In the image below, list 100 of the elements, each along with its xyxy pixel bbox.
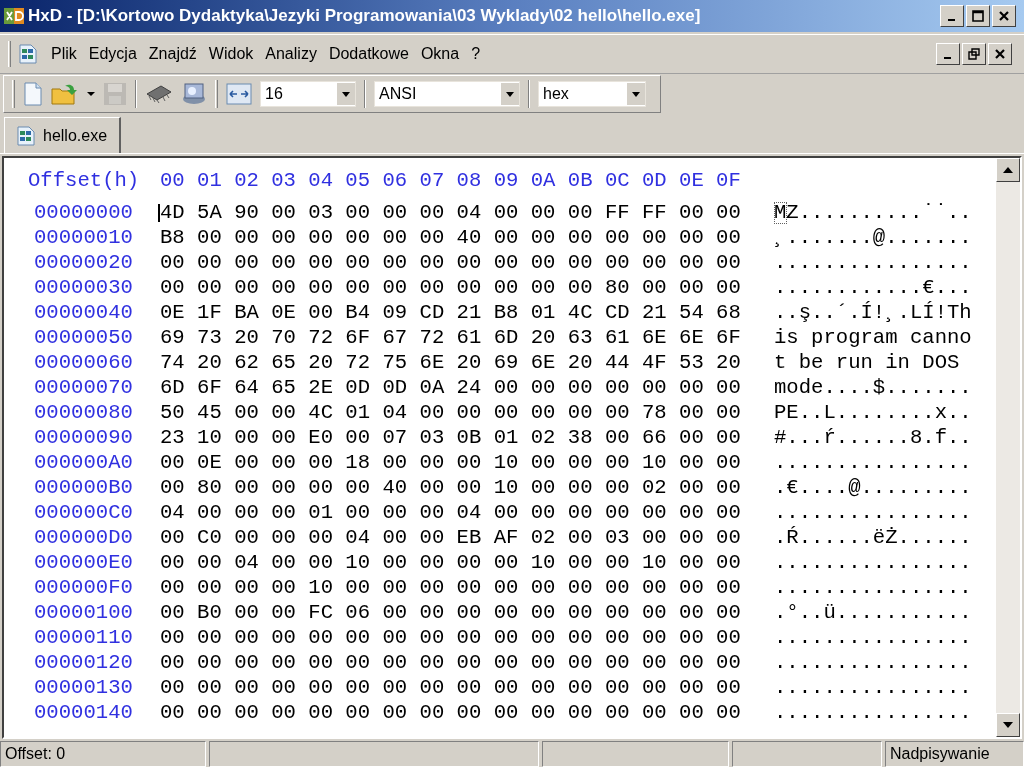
hex-cell: 04 00 00 00 01 00 00 00 04 00 00 00 00 00 00 00 (160, 501, 741, 524)
offset-cell-text: 000000A0 (34, 450, 134, 475)
text-cell: ¸.......@....... (774, 225, 972, 250)
hex-cell: 00 B0 00 00 FC 06 00 00 00 00 00 00 00 00 00 00 (160, 601, 741, 624)
width-arrows-icon[interactable] (226, 83, 252, 105)
hex-cell: 00 00 00 00 00 00 00 00 00 00 00 00 00 00 00 00 (160, 701, 741, 724)
text-cell: ............€... (774, 275, 972, 300)
hex-cell: 00 C0 00 00 00 04 00 00 EB AF 02 00 03 00 00 00 (160, 526, 741, 549)
scroll-down-button[interactable] (996, 713, 1020, 737)
text-cell: ................ (774, 250, 972, 275)
offset-cell-text: 00000030 (34, 275, 134, 300)
offset-cell-text: 000000F0 (34, 575, 134, 600)
caret-icon (158, 204, 160, 222)
document-icon (17, 125, 35, 146)
offset-cell-text: 00000100 (34, 600, 134, 625)
text-cell: .°..ü........... (774, 600, 972, 625)
hex-cell: 00 00 00 00 00 00 00 00 00 00 00 00 00 00 00 00 (160, 651, 741, 674)
vertical-scrollbar[interactable] (996, 158, 1020, 737)
offset-cell-text: 000000C0 (34, 500, 134, 525)
text-cell: .€....@......... (774, 475, 972, 500)
menu-item[interactable]: Plik (45, 42, 83, 66)
menu-item[interactable]: Dodatkowe (322, 42, 415, 66)
hex-cell: 00 00 00 00 00 00 00 00 00 00 00 00 00 00 00 00 (160, 626, 741, 649)
charset-dropdown[interactable]: ANSI (374, 81, 520, 107)
offset-cell-text: 00000130 (34, 675, 134, 700)
offset-cell-text: 00000040 (34, 300, 134, 325)
text-cell: is program canno (774, 325, 972, 350)
text-cell: .Ŕ......ëŻ...... (774, 525, 972, 550)
offset-cell-text: 00000070 (34, 375, 134, 400)
hex-cell: 00 0E 00 00 00 18 00 00 00 10 00 00 00 10 00 00 (160, 451, 741, 474)
hex-cell: 23 10 00 00 E0 00 07 03 0B 01 02 38 00 66 00 00 (160, 426, 741, 449)
bytes-per-row-dropdown[interactable]: 16 (260, 81, 356, 107)
text-cell: mode....$....... (774, 375, 972, 400)
offset-cell-text: 00000050 (34, 325, 134, 350)
offset-cell-text: 00000140 (34, 700, 134, 725)
close-button[interactable] (988, 43, 1012, 65)
text-cell: ................ (774, 500, 972, 525)
text-cell: ................ (774, 675, 972, 700)
disk-icon[interactable] (181, 82, 207, 106)
menu-item[interactable]: Znajdź (142, 42, 203, 66)
hex-cell: 00 00 00 00 00 00 00 00 00 00 00 00 00 00 00 00 (160, 676, 741, 699)
offset-cell-text: 00000080 (34, 400, 134, 425)
hex-cell: 00 00 00 00 00 00 00 00 00 00 00 00 00 00 00 00 (160, 251, 741, 274)
offset-cell-text: 000000B0 (34, 475, 134, 500)
hex-cell: 69 73 20 70 72 6F 67 72 61 6D 20 63 61 6E 6E 6F (160, 326, 741, 349)
file-tab[interactable]: hello.exe (4, 117, 122, 153)
hex-cell: 00 00 00 00 00 00 00 00 00 00 00 00 80 00 00 00 (160, 276, 741, 299)
text-cell: PE..L........x.. (774, 400, 972, 425)
offset-cell-text: 00000060 (34, 350, 134, 375)
window-title: HxD - [D:\Kortowo Dydaktyka\Jezyki Programowania\03 Wyklady\02 hello\hello.exe] (28, 5, 702, 28)
app-icon (4, 7, 24, 25)
hex-cell: 50 45 00 00 4C 01 04 00 00 00 00 00 00 78 00 00 (160, 401, 741, 424)
hex-cell: 00 00 00 00 10 00 00 00 00 00 00 00 00 00 00 00 (160, 576, 741, 599)
base-dropdown[interactable]: hex (538, 81, 646, 107)
offset-cell-text: 00000120 (34, 650, 134, 675)
text-cell: ................ (774, 625, 972, 650)
text-cell: ................ (774, 575, 972, 600)
offset-cell-text: 00000010 (34, 225, 134, 250)
offset-cell-text: 00000090 (34, 425, 134, 450)
hex-cell: 00 80 00 00 00 00 40 00 00 10 00 00 00 02 00 00 (160, 476, 741, 499)
text-cell: #...ŕ......8.f.. (774, 425, 972, 450)
text-cell: ................ (774, 450, 972, 475)
close-button[interactable] (992, 5, 1016, 27)
status-mode: Nadpisywanie (885, 741, 1024, 767)
maximize-button[interactable] (966, 5, 990, 27)
offset-cell-text: 000000E0 (34, 550, 134, 575)
menu-item[interactable]: Analizy (259, 42, 323, 66)
menu-item[interactable]: Widok (202, 42, 260, 66)
scroll-up-button[interactable] (996, 158, 1020, 182)
offset-cell-text: 00000020 (34, 250, 134, 275)
minimize-button[interactable] (936, 43, 960, 65)
dropdown-arrow-icon[interactable] (87, 91, 95, 97)
down-arrow-icon[interactable] (1003, 722, 1013, 728)
close-icon[interactable] (993, 48, 1007, 60)
minimize-button[interactable] (940, 5, 964, 27)
hex-cell: 6D 6F 64 65 2E 0D 0D 0A 24 00 00 00 00 00 00 00 (160, 376, 741, 399)
text-cell: ................ (774, 650, 972, 675)
up-arrow-icon[interactable] (1003, 167, 1013, 173)
text-cell-text: t be run in DOS (774, 350, 961, 375)
hex-cell: 4D 5A 90 00 03 00 00 00 04 00 00 00 FF FF 00 00 (160, 201, 741, 224)
restore-icon[interactable] (967, 48, 981, 60)
offset-header: Offset(h) (28, 168, 141, 194)
hex-cell: 00 00 04 00 00 10 00 00 00 00 10 00 00 10 00 00 (160, 551, 741, 574)
hex-cell: 0E 1F BA 0E 00 B4 09 CD 21 B8 01 4C CD 21 54 68 (160, 301, 741, 324)
offset-cell-text: 00000110 (34, 625, 134, 650)
maximize-icon[interactable] (971, 10, 985, 22)
memory-chip-icon[interactable] (145, 84, 173, 104)
offset-cell-text: 000000D0 (34, 525, 134, 550)
document-icon (19, 44, 37, 64)
text-cell: ................ (774, 700, 972, 725)
menu-item[interactable]: ? (465, 42, 487, 66)
close-icon[interactable] (997, 10, 1011, 22)
menu-item[interactable]: Edycja (82, 42, 143, 66)
restore-button[interactable] (962, 43, 986, 65)
hex-cell: 74 20 62 65 20 72 75 6E 20 69 6E 20 44 4F 53 20 (160, 351, 741, 374)
menu-item[interactable]: Okna (414, 42, 466, 66)
text-cell: ................ (774, 550, 972, 575)
offset-cell-text: 00000000 (34, 200, 134, 225)
text-cell: MZ..........˙˙.. (774, 200, 972, 225)
column-header: 00 01 02 03 04 05 06 07 08 09 0A 0B 0C 0D 0E 0F (160, 168, 741, 194)
